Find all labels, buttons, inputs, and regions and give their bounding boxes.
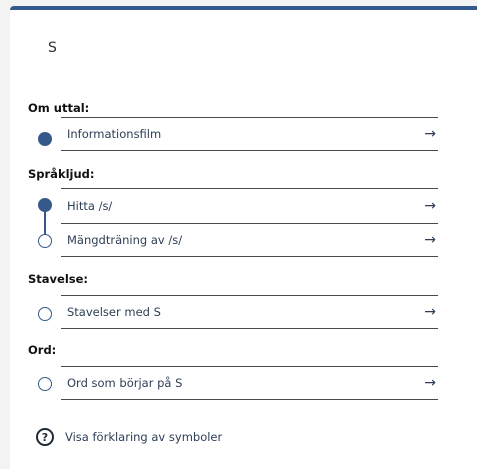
list-item-hitta-s[interactable]: Hitta /s/ → xyxy=(61,188,438,222)
arrow-right-icon: → xyxy=(424,304,436,320)
list-item-label: Stavelser med S xyxy=(67,305,161,319)
arrow-right-icon: → xyxy=(424,232,436,248)
list-item-stavelser-med-s[interactable]: Stavelser med S → xyxy=(61,295,438,329)
progress-dot-empty xyxy=(38,307,52,321)
question-icon: ? xyxy=(36,428,54,446)
list-item-ord-som-borjar-pa-s[interactable]: Ord som börjar på S → xyxy=(61,366,438,400)
list-item-label: Hitta /s/ xyxy=(67,198,113,213)
section-heading-ord: Ord: xyxy=(28,343,57,357)
exercise-card: S Om uttal: Informationsfilm → Språkljud… xyxy=(10,6,477,469)
list-item-label: Mängdträning av /s/ xyxy=(67,233,183,247)
help-label: Visa förklaring av symboler xyxy=(65,430,223,444)
arrow-right-icon: → xyxy=(424,375,436,391)
show-symbol-explanation-link[interactable]: ? Visa förklaring av symboler xyxy=(36,428,222,446)
list-item-label: Informationsfilm xyxy=(67,127,162,141)
progress-dot-filled xyxy=(38,132,52,146)
section-heading-sprakljud: Språkljud: xyxy=(28,167,95,181)
list-item-informationsfilm[interactable]: Informationsfilm → xyxy=(61,117,438,151)
progress-dot-empty xyxy=(38,377,52,391)
arrow-right-icon: → xyxy=(424,197,436,214)
progress-dot-empty xyxy=(38,234,52,248)
arrow-right-icon: → xyxy=(424,126,436,142)
section-heading-stavelse: Stavelse: xyxy=(28,272,89,286)
list-item-label: Ord som börjar på S xyxy=(67,376,183,390)
list-item-mangdtraning-s[interactable]: Mängdträning av /s/ → xyxy=(61,223,438,257)
progress-dot-filled xyxy=(38,198,52,212)
section-heading-om-uttal: Om uttal: xyxy=(28,101,90,115)
page-title: S xyxy=(48,40,58,56)
